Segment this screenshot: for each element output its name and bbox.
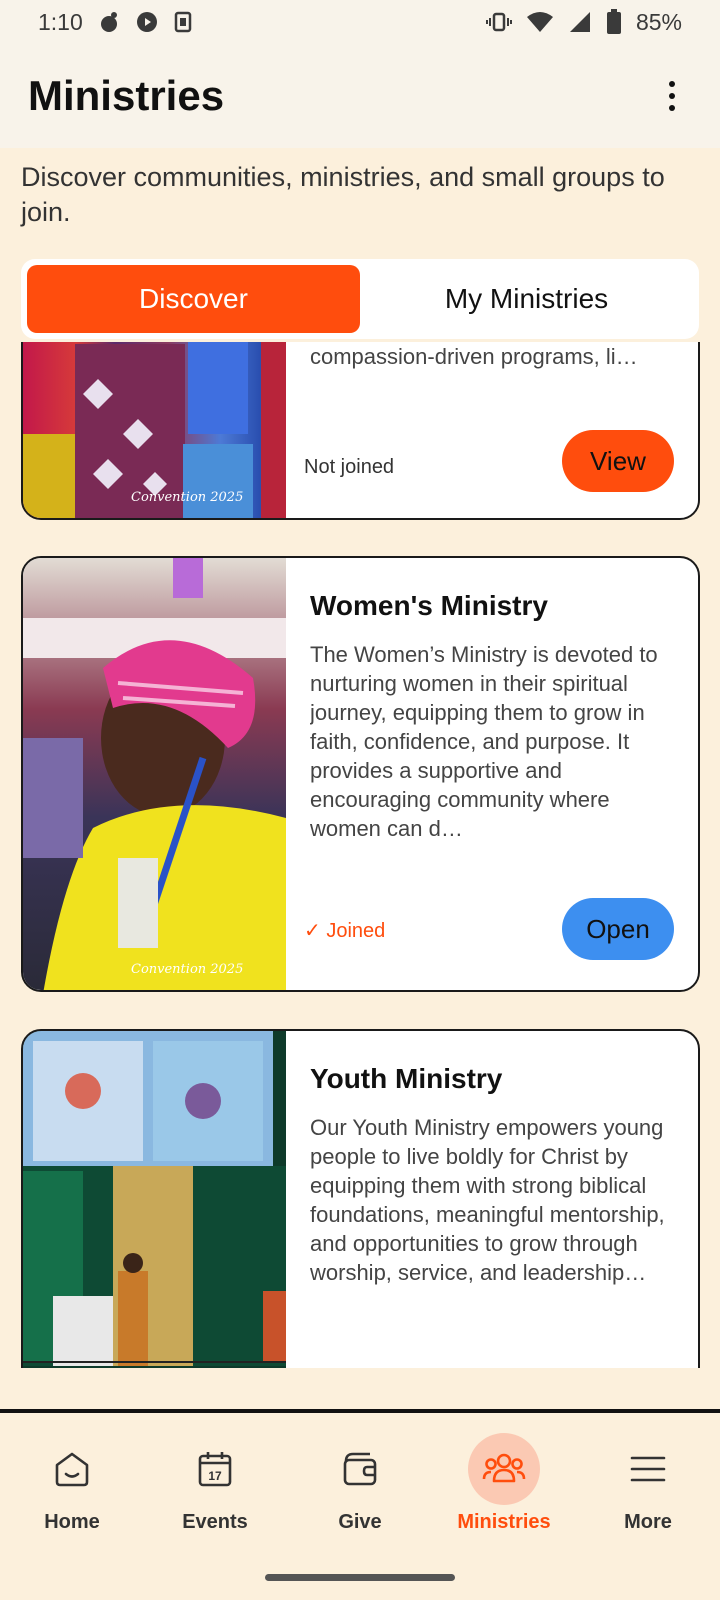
- nav-events-label: Events: [182, 1511, 248, 1533]
- ministry-image: Convention 2025: [23, 558, 286, 990]
- ministry-list[interactable]: Convention 2025 compassion-driven progra…: [0, 342, 720, 1368]
- open-button[interactable]: Open: [562, 898, 674, 960]
- calendar-icon: 17: [179, 1433, 251, 1505]
- ministry-card[interactable]: Youth Ministry Our Youth Ministry empowe…: [21, 1029, 700, 1368]
- convention-logo: Convention 2025: [131, 490, 244, 505]
- status-right: 85%: [485, 8, 682, 36]
- nav-events[interactable]: 17 Events: [155, 1433, 275, 1543]
- gesture-handle[interactable]: [265, 1574, 455, 1581]
- ministry-card[interactable]: Convention 2025 Women's Ministry The Wom…: [21, 556, 700, 992]
- ministry-description: compassion-driven programs, li…: [310, 344, 638, 369]
- join-status: Not joined: [304, 456, 395, 478]
- nav-more-label: More: [624, 1511, 672, 1533]
- sim-card-icon: [173, 10, 193, 34]
- joined-status: ✓ Joined: [304, 920, 386, 942]
- nav-ministries-label: Ministries: [457, 1511, 551, 1533]
- nav-home-label: Home: [44, 1511, 100, 1533]
- segmented-tabs: Discover My Ministries: [21, 259, 699, 339]
- convention-logo: Convention 2025: [131, 962, 244, 977]
- menu-icon: [612, 1433, 684, 1505]
- ministry-description: The Women’s Ministry is devoted to nurtu…: [310, 642, 658, 841]
- notification-app-icon: [97, 10, 121, 34]
- view-button[interactable]: View: [562, 430, 674, 492]
- nav-home[interactable]: Home: [12, 1433, 132, 1543]
- home-icon: [36, 1433, 108, 1505]
- app-bar: Ministries: [0, 44, 720, 148]
- nav-more[interactable]: More: [588, 1433, 708, 1543]
- page-title: Ministries: [28, 72, 225, 119]
- calendar-badge: 17: [208, 1469, 222, 1483]
- ministry-card-body: Youth Ministry Our Youth Ministry empowe…: [286, 1031, 698, 1368]
- status-left: 1:10: [38, 9, 193, 36]
- ministry-title: Women's Ministry: [310, 590, 548, 621]
- ministry-card-body: compassion-driven programs, li… Not join…: [286, 342, 698, 518]
- wifi-icon: [526, 10, 554, 34]
- media-play-icon: [135, 10, 159, 34]
- ministry-image: [23, 1031, 286, 1368]
- overflow-menu-icon[interactable]: [652, 76, 692, 116]
- tab-discover[interactable]: Discover: [27, 265, 360, 333]
- bottom-navigation: Home 17 Events Give Ministries More: [0, 1413, 720, 1600]
- ministry-card[interactable]: Convention 2025 compassion-driven progra…: [21, 342, 700, 520]
- tab-my-ministries[interactable]: My Ministries: [360, 265, 693, 333]
- vibrate-icon: [485, 10, 512, 34]
- battery-icon: [606, 9, 622, 35]
- wallet-icon: [324, 1433, 396, 1505]
- status-bar: 1:10 85%: [0, 0, 720, 44]
- ministry-image: Convention 2025: [23, 342, 286, 518]
- ministry-description: Our Youth Ministry empowers young people…: [310, 1115, 665, 1285]
- intro-text: Discover communities, ministries, and sm…: [21, 162, 665, 227]
- signal-icon: [568, 10, 592, 34]
- battery-percentage: 85%: [635, 8, 682, 35]
- nav-give-label: Give: [338, 1511, 382, 1533]
- nav-give[interactable]: Give: [300, 1433, 420, 1543]
- ministry-title: Youth Ministry: [310, 1063, 503, 1094]
- people-icon: [468, 1433, 540, 1505]
- nav-ministries[interactable]: Ministries: [444, 1433, 564, 1543]
- status-time: 1:10: [38, 8, 83, 35]
- ministry-card-body: Women's Ministry The Women’s Ministry is…: [286, 558, 698, 990]
